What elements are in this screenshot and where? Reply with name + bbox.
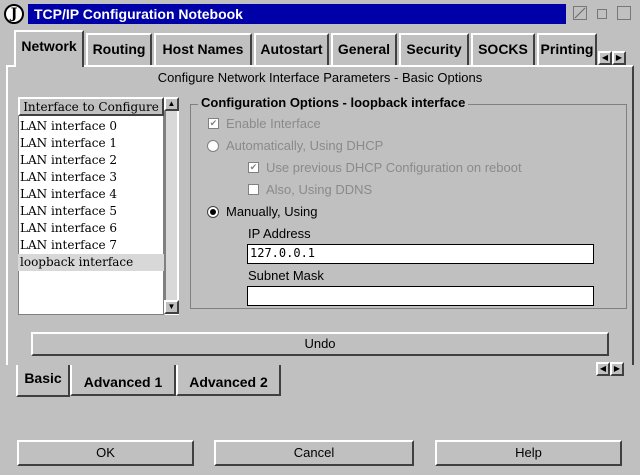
system-menu-icon[interactable]: J — [4, 4, 24, 24]
list-item[interactable]: LAN interface 4 — [20, 186, 160, 203]
list-item-selected[interactable]: loopback interface — [18, 254, 164, 271]
ip-address-input[interactable]: 127.0.0.1 — [247, 244, 594, 264]
page-header: Configure Network Interface Parameters -… — [157, 70, 483, 85]
enable-interface-label: Enable Interface — [226, 116, 321, 131]
subnet-mask-input[interactable] — [247, 286, 594, 306]
maximize-icon[interactable] — [597, 9, 607, 19]
use-previous-dhcp-label: Use previous DHCP Configuration on reboo… — [266, 160, 522, 175]
tab-scroll-right-icon[interactable]: ▶ — [612, 51, 626, 65]
ok-button[interactable]: OK — [17, 440, 194, 466]
tab-advanced-2[interactable]: Advanced 2 — [176, 365, 281, 396]
manually-radio[interactable] — [207, 206, 219, 218]
list-scrollbar[interactable] — [164, 97, 179, 315]
list-item[interactable]: LAN interface 7 — [20, 237, 160, 254]
list-item[interactable]: LAN interface 5 — [20, 203, 160, 220]
cancel-button[interactable]: Cancel — [214, 440, 414, 466]
auto-dhcp-label: Automatically, Using DHCP — [226, 138, 384, 153]
bottom-tab-scroll-left-icon[interactable]: ◀ — [596, 362, 610, 376]
tab-printing[interactable]: Printing — [537, 33, 597, 65]
manually-label: Manually, Using — [226, 204, 318, 219]
list-item[interactable]: LAN interface 0 — [20, 118, 160, 135]
tab-advanced-1[interactable]: Advanced 1 — [70, 365, 176, 396]
list-item[interactable]: LAN interface 3 — [20, 169, 160, 186]
ip-address-label: IP Address — [248, 226, 311, 241]
close-icon[interactable] — [617, 6, 631, 20]
tab-network[interactable]: Network — [14, 30, 84, 67]
list-item[interactable]: LAN interface 6 — [20, 220, 160, 237]
auto-dhcp-radio[interactable] — [207, 140, 219, 152]
minimize-icon[interactable] — [573, 6, 587, 20]
list-item[interactable]: LAN interface 2 — [20, 152, 160, 169]
tab-basic[interactable]: Basic — [16, 365, 70, 397]
tab-socks[interactable]: SOCKS — [471, 33, 535, 65]
tab-scroll-left-icon[interactable]: ◀ — [598, 51, 612, 65]
scroll-down-icon[interactable]: ▼ — [164, 300, 179, 314]
tab-general[interactable]: General — [331, 33, 397, 65]
use-previous-dhcp-checkbox[interactable]: ✔ — [248, 162, 259, 173]
list-item[interactable]: LAN interface 1 — [20, 135, 160, 152]
subnet-mask-label: Subnet Mask — [248, 268, 324, 283]
also-ddns-label: Also, Using DDNS — [266, 182, 373, 197]
window-title: TCP/IP Configuration Notebook — [28, 4, 566, 24]
tab-security[interactable]: Security — [399, 33, 469, 65]
scroll-up-icon[interactable]: ▲ — [164, 97, 179, 111]
bottom-tab-scroll-right-icon[interactable]: ▶ — [610, 362, 624, 376]
enable-interface-checkbox[interactable]: ✔ — [208, 118, 219, 129]
tab-autostart[interactable]: Autostart — [254, 33, 329, 65]
undo-button[interactable]: Undo — [31, 332, 609, 356]
group-title: Configuration Options - loopback interfa… — [198, 95, 469, 110]
interface-list-header: Interface to Configure — [18, 97, 164, 116]
tab-host-names[interactable]: Host Names — [154, 33, 252, 65]
help-button[interactable]: Help — [435, 440, 622, 466]
tab-routing[interactable]: Routing — [86, 33, 152, 65]
also-ddns-checkbox[interactable] — [248, 184, 259, 195]
